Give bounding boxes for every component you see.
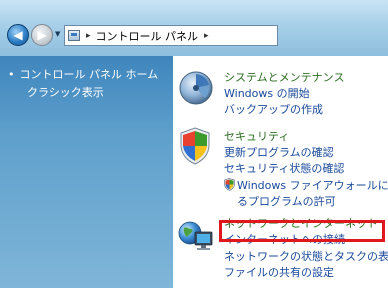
uac-shield-icon [224,178,235,194]
back-button[interactable]: ◀ [7,24,29,46]
breadcrumb-separator-icon[interactable]: ▸ [86,31,91,41]
highlight-frame [219,220,385,242]
breadcrumb-control-panel[interactable]: コントロール パネル [96,28,199,44]
control-panel-home-label: コントロール パネル ホーム [19,68,159,81]
allow-program-firewall-link-line2[interactable]: るプログラムの許可 [237,193,336,209]
control-panel-icon [68,30,80,41]
address-bar-area: ◀ ▶ ▼ ▸ コントロール パネル ▸ [0,0,388,56]
check-security-status-link[interactable]: セキュリティ状態の確認 [224,160,344,176]
network-internet-icon[interactable] [177,218,215,255]
system-maintenance-title-link[interactable]: システムとメンテナンス [224,69,344,85]
back-arrow-icon: ◀ [13,28,23,42]
forward-arrow-icon: ▶ [37,28,47,42]
control-panel-home-link[interactable]: • コントロール パネル ホーム [8,66,158,82]
check-updates-link[interactable]: 更新プログラムの確認 [224,144,334,160]
create-backup-link[interactable]: バックアップの作成 [224,101,323,117]
system-maintenance-icon[interactable] [178,70,214,109]
set-up-file-sharing-link[interactable]: ファイルの共有の設定 [224,264,334,280]
forward-button[interactable]: ▶ [31,24,53,46]
breadcrumb-separator-icon[interactable]: ▸ [204,31,209,41]
task-pane: • コントロール パネル ホーム クラシック表示 [0,56,173,288]
windows-start-link[interactable]: Windows の開始 [224,85,310,101]
security-title-link[interactable]: セキュリティ [224,128,289,144]
recent-pages-dropdown[interactable]: ▼ [55,30,60,38]
classic-view-link[interactable]: クラシック表示 [27,84,104,100]
security-shield-icon[interactable] [179,127,211,168]
view-network-status-link[interactable]: ネットワークの状態とタスクの表示 [224,248,388,264]
bullet-icon: • [8,68,15,81]
allow-program-firewall-link-line1[interactable]: Windows ファイアウォールによ [237,177,388,193]
category-pane: システムとメンテナンス Windows の開始 バックアップの作成 セキュリティ… [173,56,388,288]
address-box[interactable]: ▸ コントロール パネル ▸ [64,25,278,46]
